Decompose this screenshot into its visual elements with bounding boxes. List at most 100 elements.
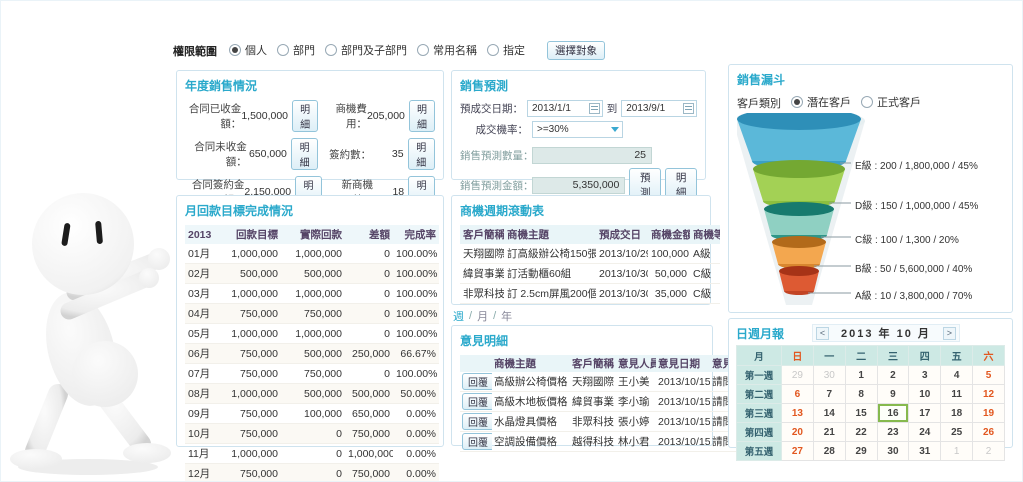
opinion-row: 回覆高級木地板價格緯貿事業李小瑜2013/10/15請問高 (460, 392, 740, 412)
permission-option-label: 指定 (503, 42, 525, 58)
calendar-day[interactable]: 29 (845, 442, 877, 461)
calendar-day[interactable]: 31 (909, 442, 941, 461)
calendar-day[interactable]: 18 (941, 404, 973, 423)
probability-select[interactable]: >=30% (532, 121, 623, 138)
radio-icon[interactable] (487, 44, 499, 56)
date-to-input[interactable]: 2013/9/1 (621, 100, 697, 117)
permission-option-1[interactable]: 個人 (229, 42, 267, 58)
radio-icon[interactable] (277, 44, 289, 56)
calendar-day[interactable]: 25 (941, 423, 973, 442)
reply-button[interactable]: 回覆 (462, 373, 492, 390)
week-label[interactable]: 第四週 (737, 423, 782, 442)
table-cell: 500,000 (345, 384, 393, 404)
calendar-day[interactable]: 26 (973, 423, 1005, 442)
forecast-amount-value: 5,350,000 (532, 177, 625, 194)
radio-icon[interactable] (417, 44, 429, 56)
reply-button[interactable]: 回覆 (462, 413, 492, 430)
radio-icon[interactable] (791, 96, 803, 108)
reply-button[interactable]: 回覆 (462, 433, 492, 450)
calendar-next-button[interactable]: > (943, 327, 956, 340)
calendar-day[interactable]: 4 (941, 366, 973, 385)
sales-forecast-title: 銷售預測 (460, 77, 697, 94)
table-cell: 10月 (185, 424, 217, 444)
calendar-day[interactable]: 28 (813, 442, 845, 461)
week-label[interactable]: 第三週 (737, 404, 782, 423)
calendar-day[interactable]: 5 (973, 366, 1005, 385)
calendar-prev-button[interactable]: < (816, 327, 829, 340)
calendar-day[interactable]: 9 (877, 385, 909, 404)
column-header: 預成交日 (596, 225, 648, 244)
permission-option-3[interactable]: 部門及子部門 (325, 42, 407, 58)
annual-row: 合同未收金額：650,000明細簽約數：35明細 (185, 138, 435, 170)
calendar-day[interactable]: 24 (909, 423, 941, 442)
calendar-picker-icon[interactable] (683, 103, 694, 114)
week-label[interactable]: 第一週 (737, 366, 782, 385)
calendar-day[interactable]: 7 (813, 385, 845, 404)
week-label[interactable]: 第二週 (737, 385, 782, 404)
calendar-day[interactable]: 1 (845, 366, 877, 385)
customer-type-option-2[interactable]: 正式客戶 (861, 94, 921, 110)
radio-icon[interactable] (325, 44, 337, 56)
calendar-day[interactable]: 22 (845, 423, 877, 442)
detail-button[interactable]: 明細 (409, 100, 435, 132)
calendar-month-label: 2013 年 10 月 (833, 325, 939, 341)
calendar-day[interactable]: 16 (877, 404, 909, 423)
calendar-day[interactable]: 14 (813, 404, 845, 423)
calendar-day[interactable]: 6 (782, 385, 814, 404)
calendar-week-row: 第二週6789101112 (737, 385, 1005, 404)
permission-option-5[interactable]: 指定 (487, 42, 525, 58)
detail-button[interactable]: 明細 (292, 100, 318, 132)
calendar-day[interactable]: 17 (909, 404, 941, 423)
opinion-detail-title: 意見明細 (460, 332, 704, 349)
calendar-day[interactable]: 8 (845, 385, 877, 404)
calendar-day[interactable]: 10 (909, 385, 941, 404)
calendar-picker-icon[interactable] (589, 103, 600, 114)
date-from-input[interactable]: 2013/1/1 (527, 100, 603, 117)
table-cell: 0 (345, 284, 393, 304)
calendar-day[interactable]: 20 (782, 423, 814, 442)
calendar-day[interactable]: 3 (909, 366, 941, 385)
funnel-level-cap (772, 236, 826, 248)
week-label[interactable]: 第五週 (737, 442, 782, 461)
table-cell: 張小婷 (616, 412, 656, 432)
calendar-day[interactable]: 13 (782, 404, 814, 423)
detail-button[interactable]: 明細 (291, 138, 318, 170)
calendar-day[interactable]: 2 (877, 366, 909, 385)
calendar-day[interactable]: 29 (782, 366, 814, 385)
opinion-detail-panel: 意見明細 商機主題客戶簡稱意見人員意見日期意見內回覆高級辦公椅價格天翔國際王小美… (451, 325, 713, 446)
radio-icon[interactable] (861, 96, 873, 108)
table-cell: 750,000 (217, 424, 281, 444)
cycle-tab-3[interactable]: 年 (501, 308, 512, 324)
calendar-day[interactable]: 21 (813, 423, 845, 442)
tab-separator: / (493, 310, 496, 322)
cycle-tab-2[interactable]: 月 (477, 308, 488, 324)
radio-icon[interactable] (229, 44, 241, 56)
reply-button[interactable]: 回覆 (462, 393, 492, 410)
calendar-day[interactable]: 15 (845, 404, 877, 423)
calendar-day[interactable]: 30 (813, 366, 845, 385)
mascot-figure (3, 189, 181, 479)
calendar-day[interactable]: 12 (973, 385, 1005, 404)
cycle-tab-1[interactable]: 週 (453, 308, 464, 324)
permission-option-2[interactable]: 部門 (277, 42, 315, 58)
calendar-day[interactable]: 19 (973, 404, 1005, 423)
calendar-day[interactable]: 11 (941, 385, 973, 404)
calendar-day[interactable]: 27 (782, 442, 814, 461)
calendar-day[interactable]: 2 (973, 442, 1005, 461)
monthly-row: 10月750,0000750,0000.00% (185, 424, 439, 444)
calendar-day[interactable]: 23 (877, 423, 909, 442)
permission-filter-row: 權限範圍 個人部門部門及子部門常用名稱指定 選擇對象 (173, 41, 605, 60)
customer-type-option-1[interactable]: 潛在客戶 (791, 94, 851, 110)
calendar-day[interactable]: 1 (941, 442, 973, 461)
detail-button[interactable]: 明細 (408, 138, 435, 170)
permission-option-4[interactable]: 常用名稱 (417, 42, 477, 58)
table-cell: 1,000,000 (281, 324, 345, 344)
table-cell: 1,000,000 (217, 324, 281, 344)
metric-label: 簽約數： (326, 147, 371, 162)
calendar-day[interactable]: 30 (877, 442, 909, 461)
select-target-button[interactable]: 選擇對象 (547, 41, 605, 60)
monthly-row: 02月500,000500,0000100.00% (185, 264, 439, 284)
table-cell: 100.00% (393, 244, 439, 264)
customer-type-option-label: 正式客戶 (877, 94, 921, 110)
table-cell: 750,000 (345, 424, 393, 444)
